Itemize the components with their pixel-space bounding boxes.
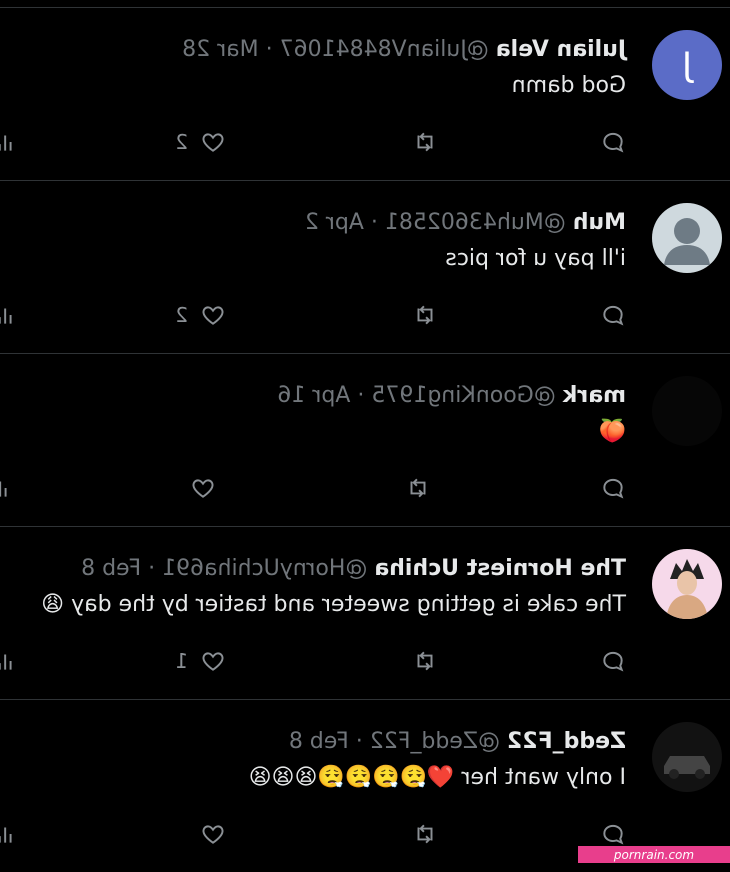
retweet-icon [417, 651, 433, 671]
tweet-date[interactable]: Feb 8 [289, 729, 349, 754]
tweet-actions: 2 [0, 299, 626, 331]
tweet[interactable]: Muh @Muh43602581 · Apr 2 i'll pay u for … [0, 181, 730, 353]
mirrored-timeline: J Julian Vela @JulianV8484106​7 · Mar 28… [0, 0, 730, 863]
user-handle[interactable]: @Zedd_F22 [370, 729, 500, 754]
retweet-button[interactable] [412, 818, 438, 850]
reply-icon [603, 824, 624, 845]
retweet-button[interactable] [412, 126, 438, 158]
views-button[interactable] [0, 472, 11, 504]
views-icon [0, 135, 12, 151]
avatar[interactable]: J [652, 30, 722, 100]
tweet-date[interactable]: Feb 8 [81, 556, 141, 581]
separator: · [357, 383, 365, 408]
reply-button[interactable] [588, 126, 626, 158]
separator: · [148, 556, 156, 581]
views-icon [0, 308, 12, 324]
tweet-header: Julian Vela @JulianV8484106​7 · Mar 28 [182, 36, 626, 64]
tweet-actions [0, 818, 626, 850]
user-name[interactable]: Muh [573, 210, 626, 235]
separator: · [265, 37, 273, 62]
tweet-actions: 1 [0, 645, 626, 677]
retweet-icon [410, 478, 426, 498]
tweet-text: I only want her ❤️😮‍💨😮‍💨😮‍💨😮‍💨😫😫😫 [248, 765, 626, 790]
tweet-actions [0, 472, 626, 504]
tweet-text: i'll pay u for pics [445, 246, 626, 271]
tweet-date[interactable]: Apr 2 [305, 210, 364, 235]
retweet-button[interactable] [405, 472, 431, 504]
tweet[interactable]: mark @GoonKing1975 · Apr 16 🍑 [0, 354, 730, 526]
views-icon [0, 481, 7, 497]
retweet-icon [417, 132, 433, 152]
like-count: 1 [175, 649, 188, 673]
separator: · [370, 210, 378, 235]
reply-button[interactable] [588, 299, 626, 331]
avatar[interactable] [652, 722, 722, 792]
views-button[interactable] [0, 645, 16, 677]
user-handle[interactable]: @HornyUchiha691 [162, 556, 367, 581]
views-icon [0, 654, 12, 670]
like-button[interactable]: 2 [175, 299, 226, 331]
tweet[interactable]: The Horniest Uchiha @HornyUchiha691 · Fe… [0, 527, 730, 699]
tweet-text: God damn [511, 73, 626, 98]
tweet-header: Zedd_F22 @Zedd_F22 · Feb 8 [289, 728, 626, 756]
tweet-date[interactable]: Mar 28 [182, 37, 259, 62]
tweet-header: mark @GoonKing1975 · Apr 16 [277, 382, 626, 410]
heart-icon [192, 479, 214, 498]
user-name[interactable]: Julian Vela [496, 37, 626, 62]
user-handle[interactable]: @GoonKing1975 [371, 383, 555, 408]
views-button[interactable] [0, 818, 16, 850]
retweet-icon [417, 824, 433, 844]
like-button[interactable] [188, 818, 226, 850]
reply-button[interactable] [588, 645, 626, 677]
user-name[interactable]: mark [563, 383, 626, 408]
views-button[interactable] [0, 126, 16, 158]
tweet-text: 🍑 [598, 419, 626, 444]
user-handle[interactable]: @JulianV8484106​7 [280, 37, 489, 62]
heart-icon [202, 652, 224, 671]
tweet-actions: 2 [0, 126, 626, 158]
reply-button[interactable] [588, 472, 626, 504]
heart-icon [202, 825, 224, 844]
separator: · [355, 729, 363, 754]
tweet-date[interactable]: Apr 16 [277, 383, 350, 408]
retweet-button[interactable] [412, 645, 438, 677]
anime-avatar-icon [666, 559, 708, 619]
like-button[interactable] [178, 472, 216, 504]
reply-icon [603, 651, 624, 672]
retweet-button[interactable] [412, 299, 438, 331]
tweet-text: The cake is getting sweeter and tastier … [41, 592, 626, 617]
like-count: 2 [175, 130, 188, 154]
retweet-icon [417, 305, 433, 325]
tweet[interactable]: J Julian Vela @JulianV8484106​7 · Mar 28… [0, 8, 730, 180]
reply-icon [603, 305, 624, 326]
heart-icon [202, 133, 224, 152]
avatar[interactable] [652, 549, 722, 619]
default-avatar-icon [664, 218, 710, 265]
avatar[interactable] [652, 203, 722, 273]
watermark: pornrain.com [578, 846, 730, 863]
heart-icon [202, 306, 224, 325]
user-name[interactable]: The Horniest Uchiha [374, 556, 626, 581]
car-avatar-icon [664, 756, 710, 779]
like-count: 2 [175, 303, 188, 327]
tweet-header: The Horniest Uchiha @HornyUchiha691 · Fe… [81, 555, 626, 583]
views-button[interactable] [0, 299, 16, 331]
avatar[interactable] [652, 376, 722, 446]
avatar-letter: J [681, 45, 693, 85]
user-handle[interactable]: @Muh43602581 [385, 210, 566, 235]
tweet-header: Muh @Muh43602581 · Apr 2 [305, 209, 626, 237]
reply-icon [603, 132, 624, 153]
like-button[interactable]: 2 [175, 126, 226, 158]
views-icon [0, 827, 12, 843]
like-button[interactable]: 1 [175, 645, 226, 677]
user-name[interactable]: Zedd_F22 [507, 729, 626, 754]
reply-icon [603, 478, 624, 499]
